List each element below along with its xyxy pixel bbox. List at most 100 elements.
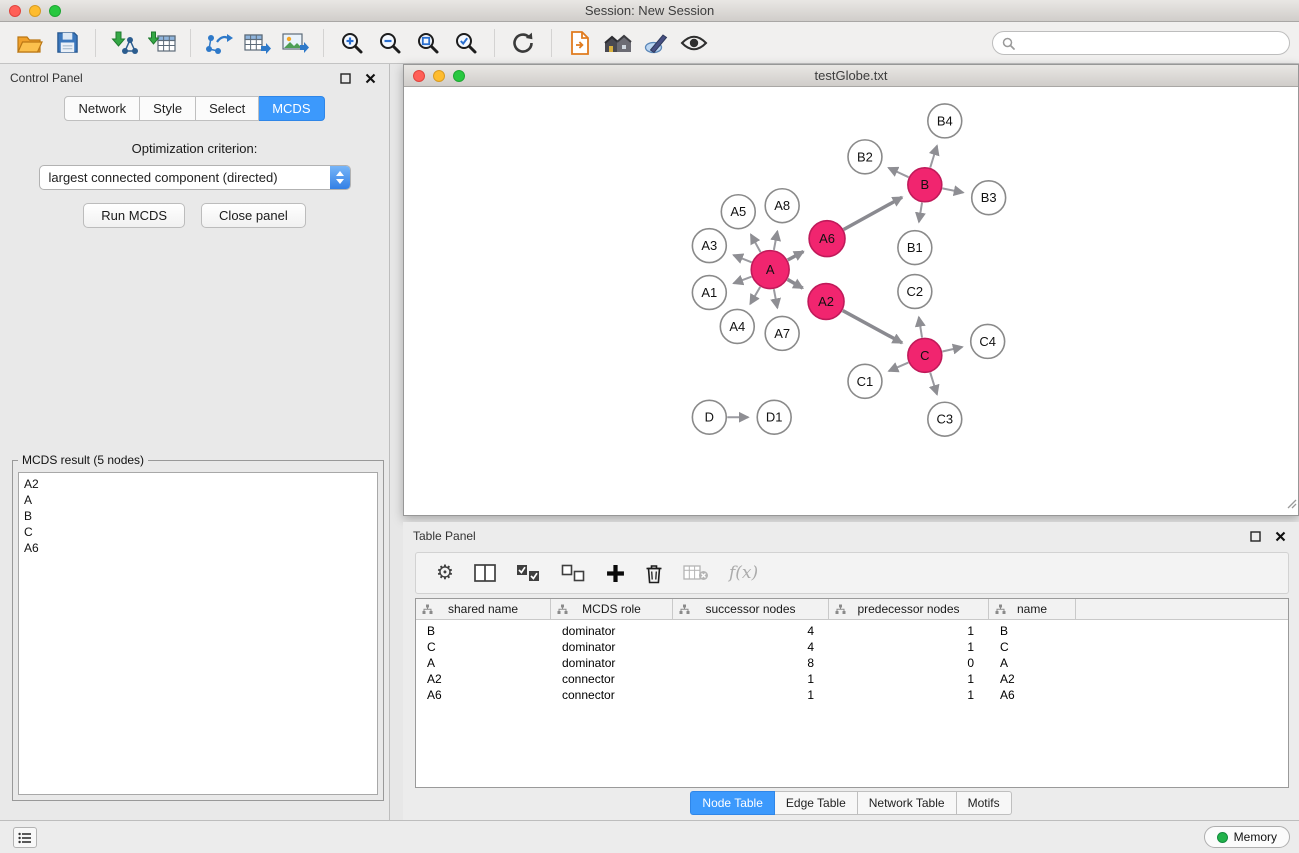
table-row[interactable]: A6connector11A6 — [416, 687, 1288, 703]
open-session-icon[interactable] — [10, 26, 48, 60]
mcds-result-list[interactable]: A2ABCA6 — [18, 472, 378, 795]
graph-node-A1[interactable]: A1 — [692, 276, 726, 310]
apply-layout-icon[interactable] — [504, 26, 542, 60]
graph-edge-A-A3[interactable] — [733, 255, 751, 262]
tab-mcds[interactable]: MCDS — [259, 96, 324, 121]
import-table-icon[interactable] — [143, 26, 181, 60]
tab-node-table[interactable]: Node Table — [690, 791, 775, 815]
analyzer-brush-icon[interactable] — [637, 26, 675, 60]
graph-edge-C-C4[interactable] — [942, 347, 962, 351]
graph-node-A3[interactable]: A3 — [692, 229, 726, 263]
graph-node-B[interactable]: B — [908, 168, 942, 202]
zoom-in-icon[interactable] — [333, 26, 371, 60]
home-icon[interactable] — [599, 26, 637, 60]
zoom-selected-icon[interactable] — [447, 26, 485, 60]
network-canvas[interactable]: B4 B2 B B3 A5 A8 A6 A3 B1 A C2 A1 A2 A4 A7 C4 C C1 C3 D D1 — [404, 88, 1298, 515]
column-header-MCDS-role[interactable]: MCDS role — [551, 599, 673, 619]
graph-edge-B-B2[interactable] — [889, 168, 909, 177]
graph-edge-C-C2[interactable] — [919, 317, 922, 337]
graph-node-A7[interactable]: A7 — [765, 316, 799, 350]
graph-edge-A-A6[interactable] — [788, 252, 804, 260]
close-table-panel-icon[interactable] — [1272, 528, 1289, 545]
delete-icon[interactable] — [645, 558, 663, 588]
graph-node-B2[interactable]: B2 — [848, 140, 882, 174]
graph-edge-A2-C[interactable] — [843, 311, 902, 343]
graph-edge-A-A8[interactable] — [774, 231, 777, 250]
show-columns-icon[interactable] — [474, 558, 496, 588]
graph-node-C2[interactable]: C2 — [898, 275, 932, 309]
tab-motifs[interactable]: Motifs — [957, 791, 1012, 815]
column-header-successor-nodes[interactable]: successor nodes — [673, 599, 829, 619]
graph-node-C[interactable]: C — [908, 338, 942, 372]
task-history-button[interactable] — [13, 827, 37, 848]
table-row[interactable]: Adominator80A — [416, 655, 1288, 671]
column-edit-icon[interactable] — [835, 604, 846, 618]
result-item-c[interactable]: C — [24, 524, 372, 540]
column-edit-icon[interactable] — [557, 604, 568, 618]
graph-node-A6[interactable]: A6 — [809, 221, 845, 257]
toolbar-search[interactable] — [992, 31, 1290, 55]
zoom-fit-icon[interactable] — [409, 26, 447, 60]
graph-node-A[interactable]: A — [751, 251, 789, 289]
tab-network[interactable]: Network — [64, 96, 140, 121]
graph-node-C4[interactable]: C4 — [971, 324, 1005, 358]
graph-node-A5[interactable]: A5 — [721, 195, 755, 229]
tab-style[interactable]: Style — [140, 96, 196, 121]
select-all-columns-icon[interactable] — [516, 558, 541, 588]
close-panel-button[interactable]: Close panel — [201, 203, 306, 228]
result-item-a2[interactable]: A2 — [24, 476, 372, 492]
graph-node-B3[interactable]: B3 — [972, 181, 1006, 215]
window-resize-handle[interactable] — [1285, 496, 1297, 514]
column-header-predecessor-nodes[interactable]: predecessor nodes — [829, 599, 989, 619]
export-network-icon[interactable] — [200, 26, 238, 60]
column-header-shared-name[interactable]: shared name — [416, 599, 551, 619]
graph-edge-B-B4[interactable] — [930, 146, 937, 168]
graph-edge-A-A1[interactable] — [734, 277, 752, 284]
criterion-dropdown[interactable]: largest connected component (directed) — [39, 165, 351, 190]
graph-edge-C-C1[interactable] — [889, 363, 909, 371]
column-edit-icon[interactable] — [995, 604, 1006, 618]
memory-button[interactable]: Memory — [1204, 826, 1290, 848]
save-session-icon[interactable] — [48, 26, 86, 60]
graph-node-D1[interactable]: D1 — [757, 400, 791, 434]
eye-icon[interactable] — [675, 26, 713, 60]
tab-select[interactable]: Select — [196, 96, 259, 121]
graph-node-A2[interactable]: A2 — [808, 284, 844, 320]
graph-edge-B-B1[interactable] — [919, 203, 922, 222]
graph-node-C1[interactable]: C1 — [848, 364, 882, 398]
add-icon[interactable] — [606, 558, 625, 588]
run-mcds-button[interactable]: Run MCDS — [83, 203, 185, 228]
graph-edge-A-A2[interactable] — [788, 279, 803, 288]
network-window-titlebar[interactable]: testGlobe.txt — [404, 65, 1298, 87]
column-header-name[interactable]: name — [989, 599, 1076, 619]
graph-edge-B-B3[interactable] — [942, 188, 963, 192]
zoom-out-icon[interactable] — [371, 26, 409, 60]
deselect-all-columns-icon[interactable] — [561, 558, 586, 588]
graph-node-A8[interactable]: A8 — [765, 189, 799, 223]
tab-network-table[interactable]: Network Table — [858, 791, 957, 815]
float-table-panel-icon[interactable] — [1247, 528, 1264, 545]
import-network-icon[interactable] — [105, 26, 143, 60]
export-table-icon[interactable] — [238, 26, 276, 60]
graph-node-D[interactable]: D — [692, 400, 726, 434]
export-document-icon[interactable] — [561, 26, 599, 60]
graph-edge-A-A7[interactable] — [774, 289, 777, 308]
close-panel-icon[interactable] — [362, 70, 379, 87]
graph-node-B1[interactable]: B1 — [898, 231, 932, 265]
node-table[interactable]: shared nameMCDS rolesuccessor nodesprede… — [415, 598, 1289, 788]
graph-node-C3[interactable]: C3 — [928, 402, 962, 436]
search-input[interactable] — [1020, 36, 1289, 50]
graph-node-B4[interactable]: B4 — [928, 104, 962, 138]
table-row[interactable]: Cdominator41C — [416, 639, 1288, 655]
graph-edge-A-A4[interactable] — [750, 287, 760, 304]
table-row[interactable]: A2connector11A2 — [416, 671, 1288, 687]
table-row[interactable]: Bdominator41B — [416, 623, 1288, 639]
table-settings-gear-icon[interactable]: ⚙ — [436, 558, 454, 588]
result-item-a[interactable]: A — [24, 492, 372, 508]
tab-edge-table[interactable]: Edge Table — [775, 791, 858, 815]
column-edit-icon[interactable] — [679, 604, 690, 618]
result-item-b[interactable]: B — [24, 508, 372, 524]
export-image-icon[interactable] — [276, 26, 314, 60]
graph-node-A4[interactable]: A4 — [720, 309, 754, 343]
graph-edge-A-A5[interactable] — [751, 234, 761, 252]
